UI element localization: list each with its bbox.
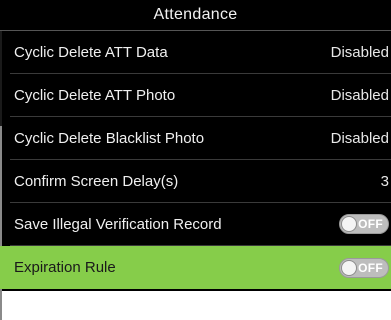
expiration-rule-toggle[interactable]: OFF	[339, 257, 389, 278]
save-illegal-verification-toggle[interactable]: OFF	[339, 214, 389, 234]
setting-row-cyclic-delete-blacklist-photo[interactable]: Cyclic Delete Blacklist Photo Disabled	[10, 117, 391, 160]
setting-label: Expiration Rule	[14, 259, 116, 276]
setting-value: Disabled	[330, 129, 389, 147]
page-title-text: Attendance	[153, 6, 238, 23]
attendance-screen: Attendance Cyclic Delete ATT Data Disabl…	[0, 0, 391, 320]
setting-label: Confirm Screen Delay(s)	[14, 172, 179, 190]
setting-label: Save Illegal Verification Record	[14, 215, 222, 233]
setting-label: Cyclic Delete Blacklist Photo	[14, 129, 205, 147]
toggle-knob	[341, 216, 357, 232]
setting-row-save-illegal-verification-record[interactable]: Save Illegal Verification Record OFF	[10, 203, 391, 246]
setting-value: Disabled	[330, 43, 389, 61]
setting-label: Cyclic Delete ATT Photo	[14, 86, 176, 104]
setting-row-expiration-rule[interactable]: Expiration Rule OFF	[0, 246, 391, 289]
setting-row-confirm-screen-delay[interactable]: Confirm Screen Delay(s) 3	[10, 160, 391, 203]
page-title: Attendance	[0, 0, 391, 31]
settings-list: Cyclic Delete ATT Data Disabled Cyclic D…	[0, 31, 391, 291]
setting-label: Cyclic Delete ATT Data	[14, 43, 168, 61]
setting-value: Disabled	[330, 86, 389, 104]
setting-row-cyclic-delete-att-data[interactable]: Cyclic Delete ATT Data Disabled	[10, 31, 391, 74]
toggle-knob	[341, 259, 357, 276]
toggle-state-label: OFF	[358, 260, 383, 275]
setting-value: 3	[380, 172, 389, 190]
toggle-state-label: OFF	[358, 217, 383, 231]
setting-row-cyclic-delete-att-photo[interactable]: Cyclic Delete ATT Photo Disabled	[10, 74, 391, 117]
